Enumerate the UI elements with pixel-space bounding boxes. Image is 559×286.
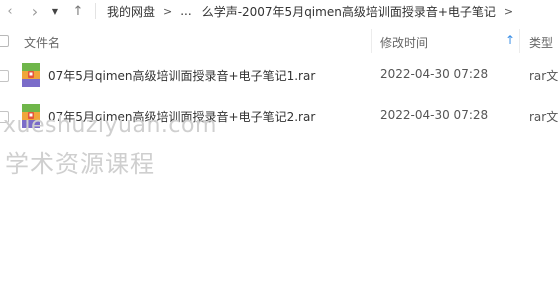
chevron-left-icon: ‹ — [7, 3, 13, 19]
column-header: 文件名 修改时间 ↑ 类型 — [0, 29, 559, 54]
arrow-up-icon: ↑ — [72, 3, 84, 19]
breadcrumb: 我的网盘 > ... 么学声-2007年5月qimen高级培训面授录音+电子笔记… — [107, 0, 521, 22]
breadcrumb-item-current[interactable]: 么学声-2007年5月qimen高级培训面授录音+电子笔记 — [202, 3, 496, 20]
file-checkbox[interactable] — [0, 70, 9, 82]
select-all-checkbox[interactable] — [0, 35, 9, 47]
file-name[interactable]: 07年5月qimen高级培训面授录音+电子笔记1.rar — [48, 67, 315, 84]
column-name-header[interactable]: 文件名 — [24, 34, 60, 51]
navigation-bar: ‹ › ▼ ↑ 我的网盘 > ... 么学声-2007年5月qimen高级培训面… — [0, 0, 559, 22]
rar-archive-icon — [22, 63, 40, 87]
up-button[interactable]: ↑ — [68, 0, 88, 22]
file-type: rar文 — [529, 69, 559, 83]
back-button[interactable]: ‹ — [0, 0, 20, 22]
column-divider[interactable] — [519, 29, 520, 53]
file-modified: 2022-04-30 07:28 — [380, 108, 489, 122]
breadcrumb-separator: > — [163, 4, 173, 18]
forward-button[interactable]: › — [25, 0, 45, 22]
chevron-right-icon: › — [31, 1, 39, 21]
column-modified-header[interactable]: 修改时间 — [380, 34, 428, 51]
file-modified: 2022-04-30 07:28 — [380, 67, 489, 81]
nav-divider — [95, 3, 96, 19]
history-dropdown-button[interactable]: ▼ — [48, 0, 62, 22]
file-type: rar文 — [529, 110, 559, 124]
column-type-header[interactable]: 类型 — [529, 34, 553, 51]
breadcrumb-item-root[interactable]: 我的网盘 — [107, 3, 155, 20]
column-divider[interactable] — [371, 29, 372, 53]
caret-down-icon: ▼ — [51, 6, 59, 16]
watermark-text: 学术资源课程 — [5, 150, 155, 178]
breadcrumb-separator: > — [503, 4, 514, 18]
watermark-url: xueshuziyuan.com — [3, 113, 217, 138]
file-row[interactable]: 07年5月qimen高级培训面授录音+电子笔记1.rar 2022-04-30 … — [0, 61, 559, 89]
sort-ascending-icon[interactable]: ↑ — [505, 33, 515, 47]
breadcrumb-item-ellipsis[interactable]: ... — [180, 4, 191, 18]
